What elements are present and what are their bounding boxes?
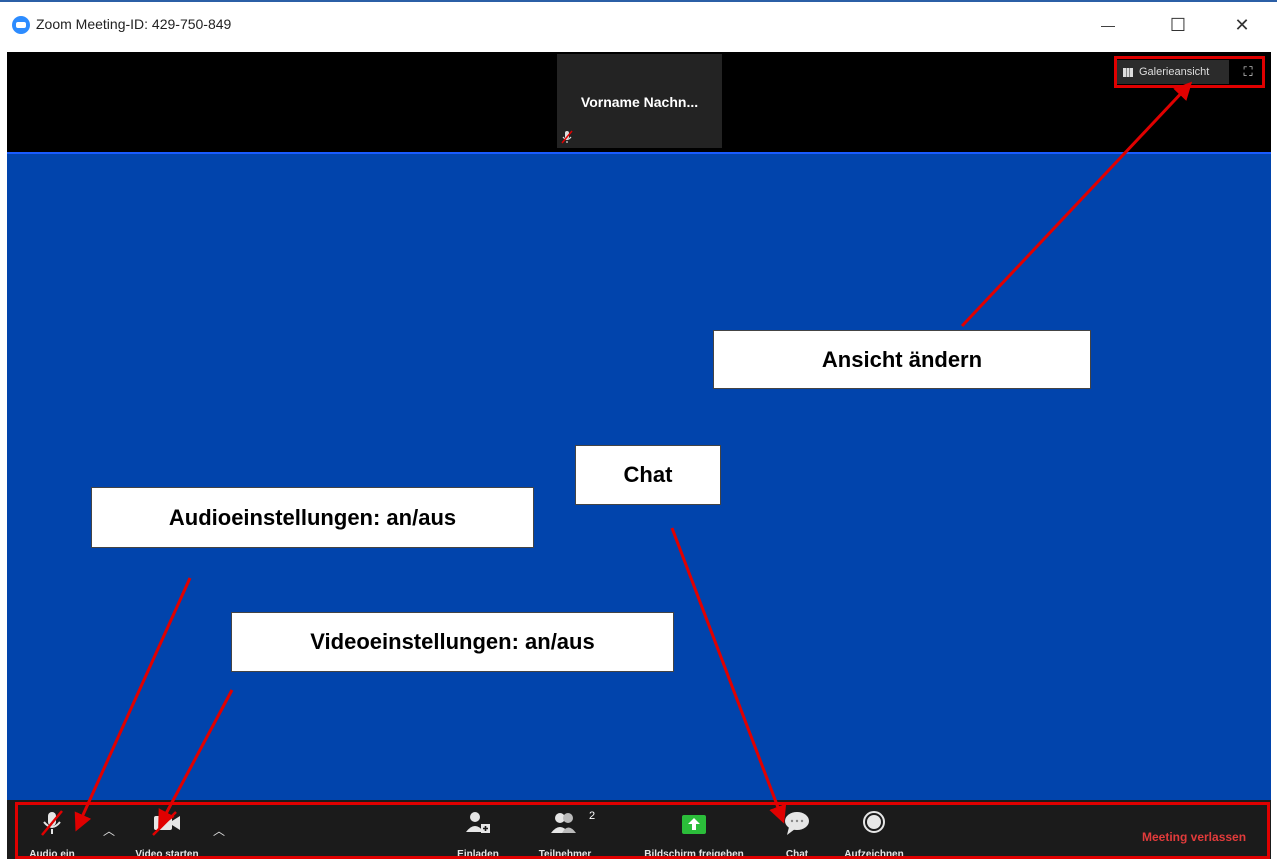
minimize-button[interactable]: —: [1085, 10, 1131, 40]
zoom-logo-icon: [12, 16, 30, 34]
callout-change-view: Ansicht ändern: [713, 330, 1091, 389]
callout-chat: Chat: [575, 445, 721, 505]
toolbar-highlight-box: [15, 802, 1270, 859]
callout-video-settings: Videoeinstellungen: an/aus: [231, 612, 674, 672]
close-button[interactable]: ✕: [1219, 10, 1265, 40]
muted-mic-icon: [561, 130, 573, 144]
window-title: Zoom Meeting-ID: 429-750-849: [36, 16, 232, 32]
video-strip: Vorname Nachn... Galerieansicht ⛶: [7, 52, 1271, 152]
maximize-button[interactable]: ☐: [1155, 10, 1201, 40]
participant-name: Vorname Nachn...: [580, 94, 699, 110]
title-bar: Zoom Meeting-ID: 429-750-849 — ☐ ✕: [0, 0, 1277, 45]
callout-audio-settings: Audioeinstellungen: an/aus: [91, 487, 534, 548]
view-highlight-box: [1114, 56, 1265, 88]
participant-tile[interactable]: Vorname Nachn...: [557, 54, 722, 148]
